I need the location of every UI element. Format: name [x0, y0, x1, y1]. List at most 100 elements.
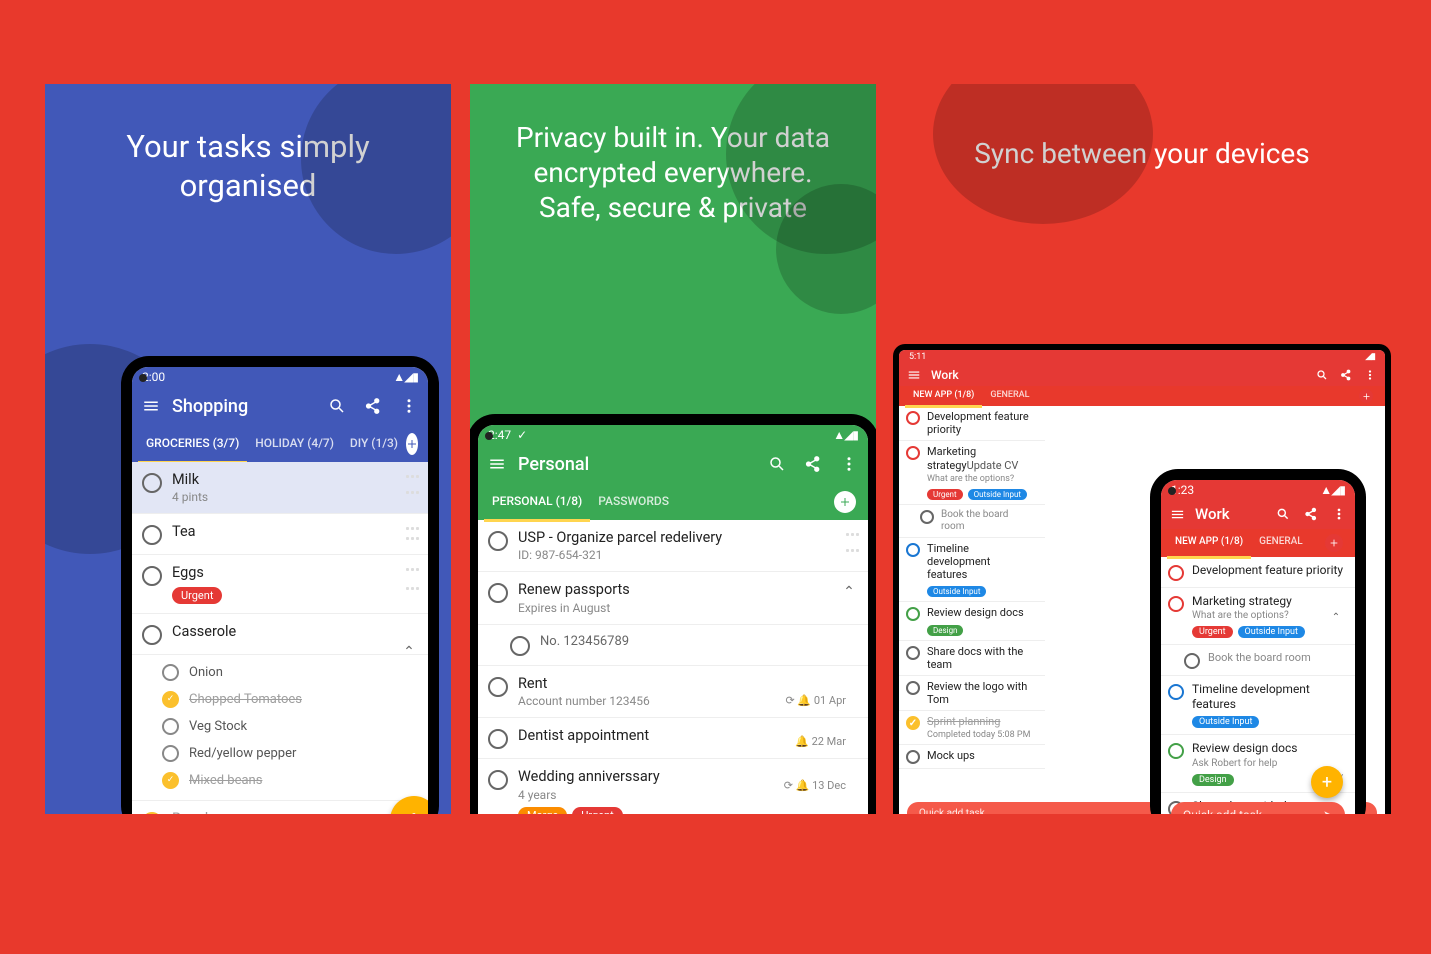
task-row[interactable]: Development feature priority	[899, 406, 1045, 441]
subtask-checkbox[interactable]	[920, 510, 934, 524]
task-row[interactable]: Review design docsDesign	[899, 602, 1045, 640]
task-row[interactable]: EggsUrgent	[132, 555, 428, 613]
tab-newapp[interactable]: NEW APP (1/8)	[905, 385, 982, 408]
share-icon[interactable]	[1303, 506, 1319, 522]
subtask-row[interactable]: Chopped Tomatoes	[162, 686, 428, 713]
task-checkbox[interactable]	[906, 411, 920, 425]
menu-icon[interactable]	[907, 368, 921, 382]
add-task-fab[interactable]: +	[1311, 766, 1343, 798]
subtask-checkbox[interactable]	[510, 636, 530, 656]
task-checkbox[interactable]	[142, 625, 162, 645]
overflow-icon[interactable]	[1331, 506, 1347, 522]
task-checkbox[interactable]	[142, 812, 162, 814]
task-row[interactable]: Development feature priority	[1161, 557, 1355, 588]
task-row-completed[interactable]: BagelsCompleted today 1:59 PM	[132, 801, 428, 814]
task-row[interactable]: Marketing strategyUpdate CVWhat are the …	[899, 441, 1045, 504]
subtask-row[interactable]: Red/yellow pepper	[162, 740, 428, 767]
search-icon[interactable]	[1315, 368, 1329, 382]
task-checkbox[interactable]	[1168, 596, 1184, 612]
task-title: Casserole	[172, 623, 420, 640]
task-checkbox[interactable]	[1168, 565, 1184, 581]
subtask-checkbox[interactable]	[162, 664, 179, 681]
subtask-row[interactable]: No. 123456789	[478, 625, 868, 666]
add-tab-button[interactable]	[1325, 534, 1343, 552]
collapse-icon[interactable]: ⌃	[1327, 612, 1345, 623]
collapse-icon[interactable]: ⌃	[400, 644, 418, 660]
search-icon[interactable]	[1275, 506, 1291, 522]
tab-holiday[interactable]: HOLIDAY (4/7)	[247, 425, 342, 464]
overflow-icon[interactable]	[398, 395, 420, 417]
drag-handle-icon[interactable]	[406, 471, 420, 504]
task-row[interactable]: Mock ups	[899, 745, 1045, 769]
task-checkbox[interactable]	[142, 473, 162, 493]
task-checkbox[interactable]	[488, 729, 508, 749]
menu-icon[interactable]	[140, 395, 162, 417]
collapse-icon[interactable]: ⌃	[840, 584, 858, 600]
task-row[interactable]: Milk4 pints	[132, 462, 428, 514]
send-icon[interactable]: ➤	[1323, 808, 1333, 814]
camera-cutout	[485, 432, 493, 440]
task-row[interactable]: Renew passportsExpires in August⌃	[478, 572, 868, 624]
overflow-icon[interactable]	[838, 453, 860, 475]
tab-passwords[interactable]: PASSWORDS	[590, 483, 677, 522]
task-row[interactable]: Dentist appointment🔔 22 Mar	[478, 718, 868, 759]
subtask-checkbox[interactable]	[162, 772, 179, 789]
subtask-checkbox[interactable]	[162, 718, 179, 735]
task-row[interactable]: Wedding anniverssary4 yearsMargeUrgent⟳ …	[478, 759, 868, 814]
task-checkbox[interactable]	[906, 646, 920, 660]
drag-handle-icon[interactable]	[846, 529, 860, 562]
task-checkbox[interactable]	[142, 566, 162, 586]
task-checkbox[interactable]	[906, 750, 920, 764]
task-checkbox[interactable]	[906, 716, 920, 730]
tab-groceries[interactable]: GROCERIES (3/7)	[138, 425, 247, 464]
quick-add-bar[interactable]: Quick add task...➤	[1171, 802, 1345, 814]
task-row[interactable]: Casserole ⌃	[132, 614, 428, 655]
subtask-checkbox[interactable]	[162, 691, 179, 708]
share-icon[interactable]	[802, 453, 824, 475]
subtask-checkbox[interactable]	[162, 745, 179, 762]
tab-general[interactable]: GENERAL	[1251, 528, 1311, 559]
task-checkbox[interactable]	[906, 681, 920, 695]
task-checkbox[interactable]	[488, 531, 508, 551]
task-row[interactable]: RentAccount number 123456⟳ 🔔 01 Apr	[478, 666, 868, 718]
subtask-row[interactable]: Mixed beans	[162, 767, 428, 794]
subtask-row[interactable]: Book the board room	[899, 505, 1045, 538]
task-checkbox[interactable]	[142, 525, 162, 545]
task-row[interactable]: Marketing strategyWhat are the options?U…	[1161, 588, 1355, 645]
overflow-icon[interactable]	[1363, 368, 1377, 382]
task-checkbox[interactable]	[488, 770, 508, 790]
subtask-checkbox[interactable]	[1184, 653, 1200, 669]
menu-icon[interactable]	[1169, 506, 1185, 522]
share-icon[interactable]	[1339, 368, 1353, 382]
task-row[interactable]: Share docs with the team	[899, 641, 1045, 676]
drag-handle-icon[interactable]	[406, 564, 420, 603]
task-row[interactable]: Timeline development featuresOutside Inp…	[899, 538, 1045, 603]
drag-handle-icon[interactable]	[406, 523, 420, 545]
task-row[interactable]: USP - Organize parcel redeliveryID: 987-…	[478, 520, 868, 572]
tab-personal[interactable]: PERSONAL (1/8)	[484, 483, 590, 522]
task-checkbox[interactable]	[906, 543, 920, 557]
menu-icon[interactable]	[486, 453, 508, 475]
add-tab-button[interactable]	[406, 433, 418, 455]
task-checkbox[interactable]	[906, 446, 920, 460]
task-row[interactable]: Review the logo with Tom	[899, 676, 1045, 711]
subtask-row[interactable]: Book the board room	[1161, 645, 1355, 676]
share-icon[interactable]	[362, 395, 384, 417]
task-checkbox[interactable]	[488, 583, 508, 603]
subtask-row[interactable]: Onion	[162, 659, 428, 686]
add-tab-button[interactable]	[1359, 389, 1373, 403]
task-checkbox[interactable]	[906, 607, 920, 621]
task-checkbox[interactable]	[1168, 743, 1184, 759]
tab-diy[interactable]: DIY (1/3)	[342, 425, 406, 464]
search-icon[interactable]	[326, 395, 348, 417]
subtask-row[interactable]: Veg Stock	[162, 713, 428, 740]
task-row-completed[interactable]: Sprint planningCompleted today 5:08 PM	[899, 711, 1045, 745]
tab-newapp[interactable]: NEW APP (1/8)	[1167, 528, 1251, 559]
tab-general[interactable]: GENERAL	[982, 385, 1037, 408]
search-icon[interactable]	[766, 453, 788, 475]
task-row[interactable]: Tea	[132, 514, 428, 555]
add-tab-button[interactable]	[834, 491, 856, 513]
task-checkbox[interactable]	[488, 677, 508, 697]
task-row[interactable]: Timeline development featuresOutside Inp…	[1161, 676, 1355, 735]
task-checkbox[interactable]	[1168, 684, 1184, 700]
